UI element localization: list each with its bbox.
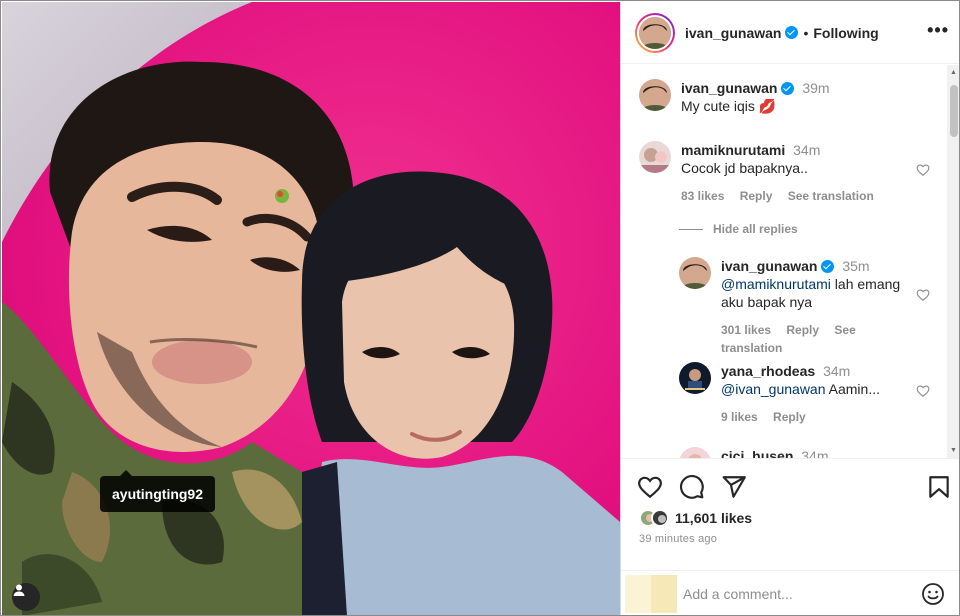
reply-item: ivan_gunawan 35m @mamiknurutami lah eman… xyxy=(679,257,949,355)
caption-text: My cute iqis 💋 xyxy=(681,98,777,114)
reply-reply-button[interactable]: Reply xyxy=(773,410,806,424)
verified-badge-icon xyxy=(821,260,835,273)
hide-replies-label: Hide all replies xyxy=(713,222,798,236)
reply-time[interactable]: 34m xyxy=(823,363,850,379)
bookmark-icon[interactable] xyxy=(926,474,952,500)
comment-likes[interactable]: 83 likes xyxy=(681,189,724,203)
reply-text: Aamin... xyxy=(825,381,880,397)
reply-avatar[interactable] xyxy=(679,447,711,458)
following-button[interactable]: Following xyxy=(813,25,878,41)
post-timestamp[interactable]: 39 minutes ago xyxy=(639,533,717,545)
reply-text-block: @mamiknurutami lah emang aku bapak nya xyxy=(721,275,911,311)
emoji-icon[interactable] xyxy=(921,582,945,606)
comment-body: mamiknurutami 34m Cocok jd bapaknya.. 83… xyxy=(681,141,911,205)
reply-item: cici_husen 34m xyxy=(679,447,949,458)
verified-badge-icon xyxy=(781,82,795,95)
reply-time[interactable]: 34m xyxy=(801,448,828,458)
caption-username[interactable]: ivan_gunawan xyxy=(681,80,777,96)
like-heart-icon[interactable] xyxy=(637,474,663,500)
reply-body: cici_husen 34m xyxy=(721,447,911,458)
caption-time[interactable]: 39m xyxy=(802,80,829,96)
caption-avatar[interactable] xyxy=(639,79,671,111)
reply-item: yana_rhodeas 34m @ivan_gunawan Aamin... … xyxy=(679,362,949,426)
mention-link[interactable]: @ivan_gunawan xyxy=(721,381,826,397)
more-options-icon[interactable]: ••• xyxy=(927,20,949,41)
comment-text: Cocok jd bapaknya.. xyxy=(681,160,808,176)
likes-count[interactable]: 11,601 likes xyxy=(675,510,752,526)
see-translation-link[interactable]: See translation xyxy=(788,189,874,203)
post-header: ivan_gunawan • Following ••• xyxy=(621,2,959,64)
comment-username[interactable]: mamiknurutami xyxy=(681,142,785,158)
post-photo[interactable]: ayutingting92 xyxy=(2,2,620,615)
reply-avatar[interactable] xyxy=(679,362,711,394)
scrollbar-thumb[interactable] xyxy=(950,85,958,137)
reply-likes[interactable]: 301 likes xyxy=(721,323,771,337)
reply-reply-button[interactable]: Reply xyxy=(786,323,819,337)
comment-input[interactable] xyxy=(683,583,913,605)
heart-icon[interactable] xyxy=(916,384,930,398)
comments-list[interactable]: ivan_gunawan 39m My cute iqis 💋 mamiknur… xyxy=(621,65,959,458)
reply-meta: 9 likes Reply xyxy=(721,408,911,426)
comment-item: mamiknurutami 34m Cocok jd bapaknya.. 83… xyxy=(639,141,949,211)
comments-scrollbar[interactable]: ▲ ▼ xyxy=(947,65,959,458)
reply-time[interactable]: 35m xyxy=(842,258,869,274)
separator-dot: • xyxy=(803,24,809,41)
tagged-users-button[interactable] xyxy=(12,583,40,611)
reply-body: ivan_gunawan 35m @mamiknurutami lah eman… xyxy=(721,257,911,357)
post-sidebar: ivan_gunawan • Following ••• ivan_gunawa… xyxy=(620,2,959,615)
user-tag-label[interactable]: ayutingting92 xyxy=(100,470,216,512)
verified-badge-icon xyxy=(785,26,799,39)
blurred-thumbnail xyxy=(625,575,677,613)
reply-likes[interactable]: 9 likes xyxy=(721,410,758,424)
person-icon xyxy=(13,584,25,596)
reply-avatar[interactable] xyxy=(679,257,711,289)
instagram-post-window: ayutingting92 ivan_gunawan • Following •… xyxy=(0,0,960,616)
caption: ivan_gunawan 39m My cute iqis 💋 xyxy=(639,79,949,119)
reply-username[interactable]: cici_husen xyxy=(721,448,793,458)
reply-username[interactable]: yana_rhodeas xyxy=(721,363,815,379)
comment-meta: 83 likes Reply See translation xyxy=(681,187,911,205)
likes-summary[interactable]: 11,601 likes xyxy=(639,509,752,527)
scroll-down-arrow-icon[interactable]: ▼ xyxy=(950,447,957,454)
hide-replies-toggle[interactable]: Hide all replies xyxy=(679,222,798,236)
liker-avatar xyxy=(651,509,669,527)
author-username[interactable]: ivan_gunawan xyxy=(685,25,781,41)
comment-reply-button[interactable]: Reply xyxy=(740,189,773,203)
caption-body: ivan_gunawan 39m My cute iqis 💋 xyxy=(681,79,911,115)
share-send-icon[interactable] xyxy=(721,474,747,500)
commenter-avatar[interactable] xyxy=(639,141,671,173)
heart-icon[interactable] xyxy=(916,288,930,302)
author-avatar[interactable] xyxy=(635,12,675,53)
reply-username[interactable]: ivan_gunawan xyxy=(721,258,817,274)
scroll-up-arrow-icon[interactable]: ▲ xyxy=(950,69,957,76)
tagged-username: ayutingting92 xyxy=(112,486,204,502)
comment-time[interactable]: 34m xyxy=(793,142,820,158)
mention-link[interactable]: @mamiknurutami xyxy=(721,276,831,292)
comment-bubble-icon[interactable] xyxy=(679,474,705,500)
post-actions: 11,601 likes 39 minutes ago xyxy=(621,458,959,570)
add-comment-bar xyxy=(621,570,959,615)
photo-illustration xyxy=(2,2,620,615)
reply-meta: 301 likes Reply See translation xyxy=(721,321,911,357)
divider-line xyxy=(679,228,703,230)
heart-icon[interactable] xyxy=(916,163,930,177)
reply-text-block: @ivan_gunawan Aamin... xyxy=(721,380,911,398)
reply-body: yana_rhodeas 34m @ivan_gunawan Aamin... … xyxy=(721,362,911,426)
